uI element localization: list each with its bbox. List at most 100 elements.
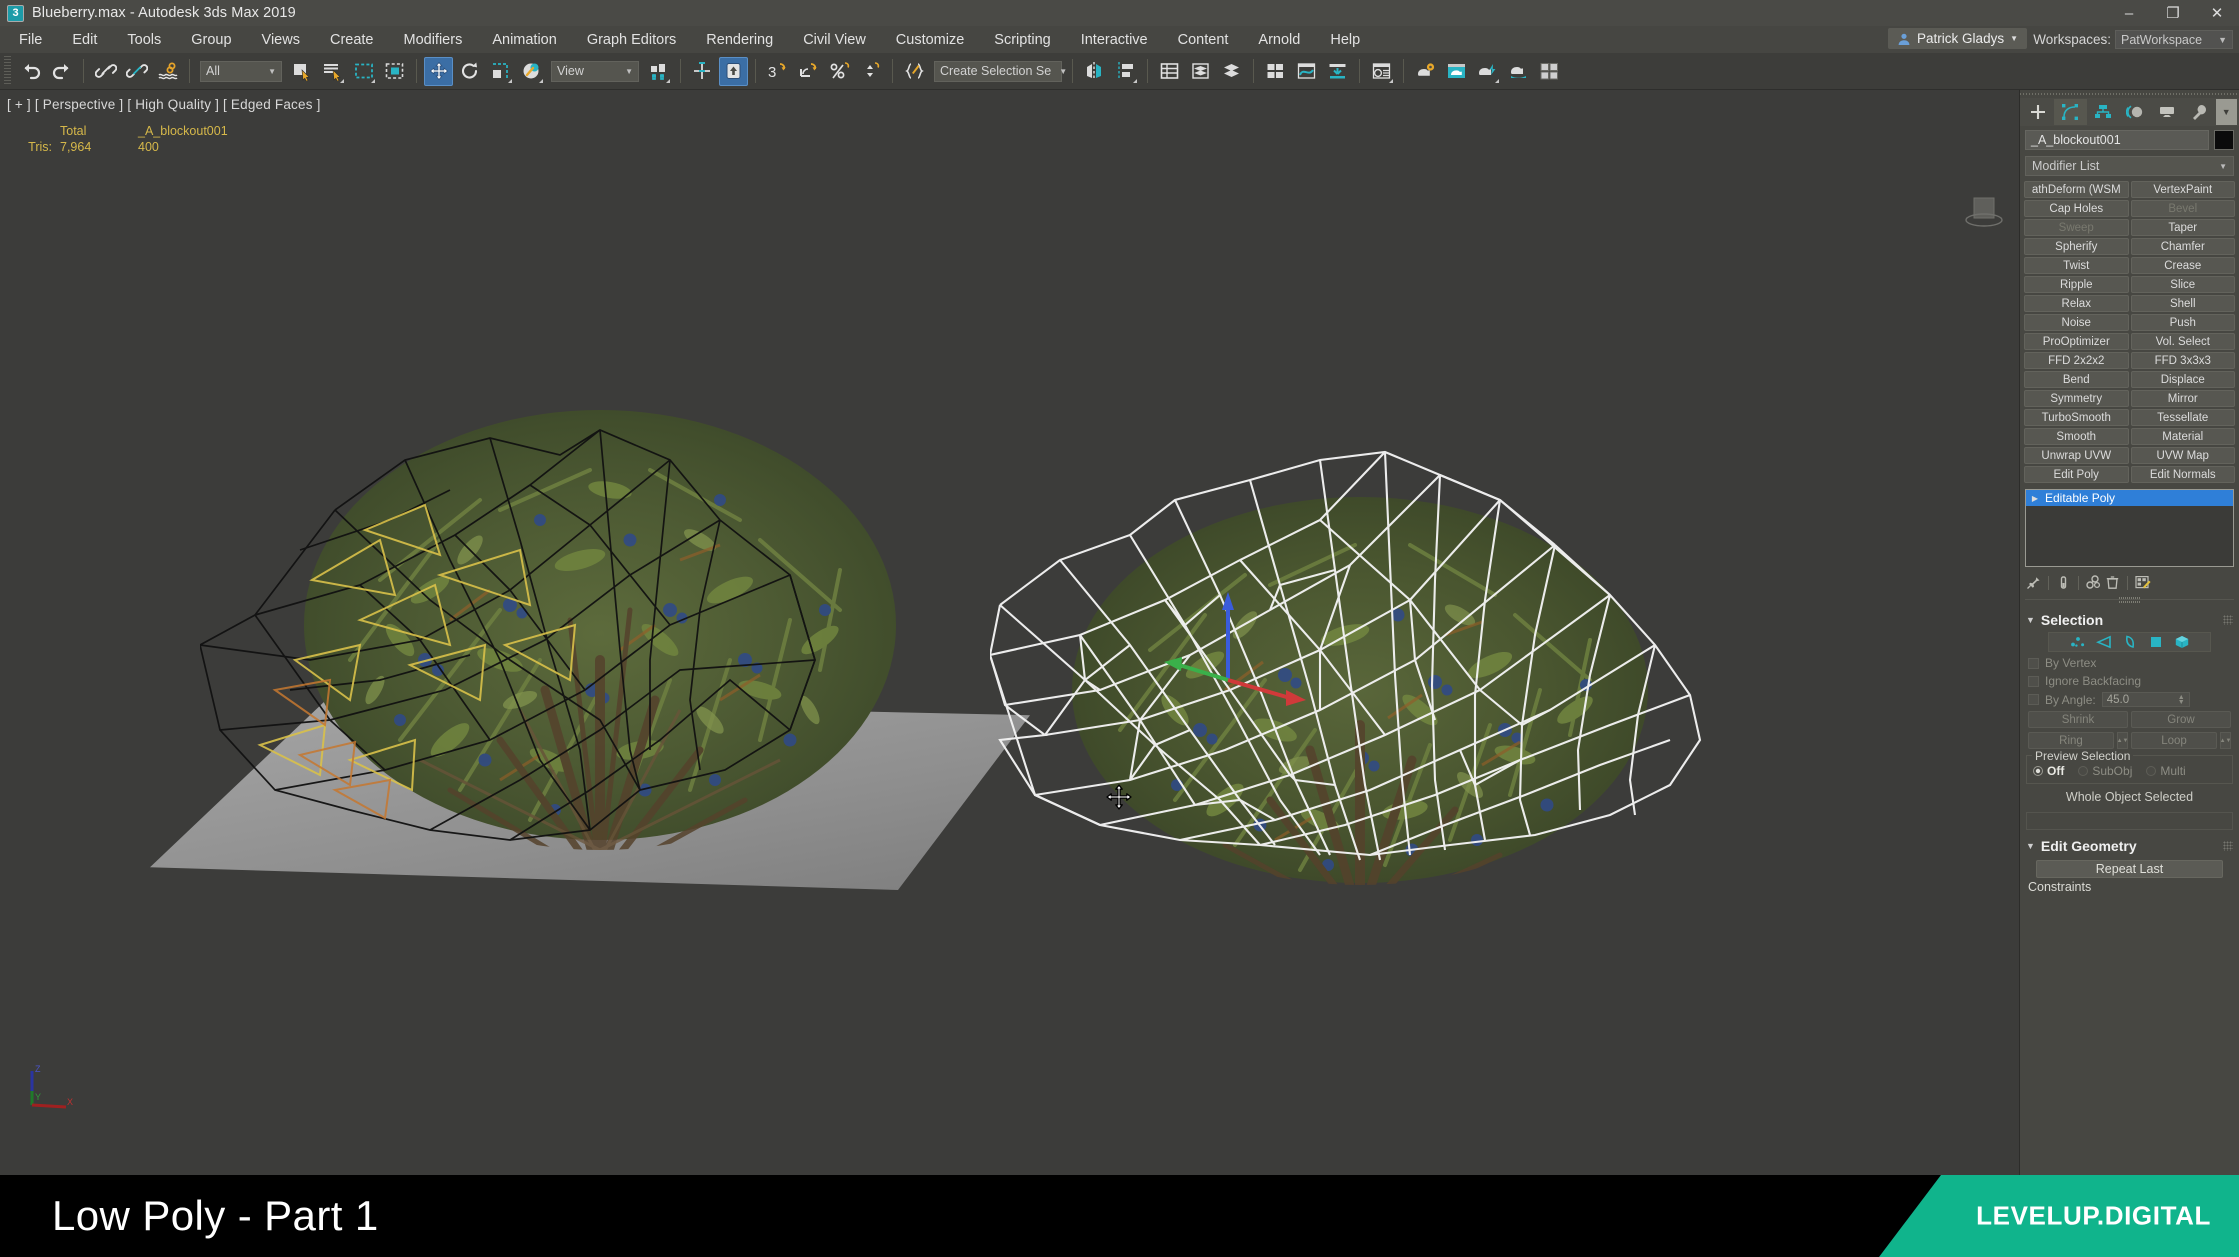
select-and-place-button[interactable] bbox=[517, 57, 546, 86]
select-by-name-button[interactable] bbox=[318, 57, 347, 86]
curve-editor-button[interactable] bbox=[1292, 57, 1321, 86]
modifier-button-twist[interactable]: Twist bbox=[2024, 257, 2129, 274]
angle-snap-button[interactable]: 3 bbox=[763, 57, 792, 86]
modifier-button-uvw-map[interactable]: UVW Map bbox=[2130, 447, 2235, 464]
by-angle-row[interactable]: By Angle: 45.0 ▲ ▼ bbox=[2020, 690, 2239, 709]
redo-button[interactable] bbox=[47, 57, 76, 86]
spinner-snap-button[interactable] bbox=[856, 57, 885, 86]
project-folder-button[interactable] bbox=[1535, 57, 1564, 86]
modifier-stack-item[interactable]: ▶ Editable Poly bbox=[2026, 490, 2233, 506]
modifier-button-bend[interactable]: Bend bbox=[2024, 371, 2129, 388]
align-flyout-button[interactable] bbox=[1111, 57, 1140, 86]
repeat-last-button[interactable]: Repeat Last bbox=[2036, 860, 2223, 878]
object-name-input[interactable]: _A_blockout001 bbox=[2025, 130, 2209, 150]
hierarchy-tab[interactable] bbox=[2087, 99, 2119, 125]
menu-item-rendering[interactable]: Rendering bbox=[691, 29, 788, 51]
preview-subobj-radio[interactable] bbox=[2078, 766, 2089, 776]
minimize-button[interactable]: – bbox=[2107, 0, 2151, 26]
modifier-button-material[interactable]: Material bbox=[2130, 428, 2235, 445]
mirror-button[interactable] bbox=[1080, 57, 1109, 86]
modifier-button-chamfer[interactable]: Chamfer bbox=[2130, 238, 2235, 255]
menu-item-edit[interactable]: Edit bbox=[57, 29, 112, 51]
render-production-button[interactable] bbox=[1473, 57, 1502, 86]
modifier-button-turbosmooth[interactable]: TurboSmooth bbox=[2024, 409, 2129, 426]
scene-explorer-button[interactable] bbox=[1155, 57, 1184, 86]
by-angle-spinner[interactable]: 45.0 ▲ ▼ bbox=[2101, 692, 2190, 707]
angle-snap-toggle-button[interactable] bbox=[794, 57, 823, 86]
modifier-button-taper[interactable]: Taper bbox=[2130, 219, 2235, 236]
utilities-tab[interactable] bbox=[2183, 99, 2215, 125]
menu-item-graph-editors[interactable]: Graph Editors bbox=[572, 29, 691, 51]
modifier-button-slice[interactable]: Slice bbox=[2130, 276, 2235, 293]
menu-item-modifiers[interactable]: Modifiers bbox=[389, 29, 478, 51]
toolbar-grip[interactable] bbox=[4, 56, 11, 86]
modifier-button-ripple[interactable]: Ripple bbox=[2024, 276, 2129, 293]
rendered-frame-window-button[interactable] bbox=[1442, 57, 1471, 86]
modifier-button-unwrap-uvw[interactable]: Unwrap UVW bbox=[2024, 447, 2129, 464]
show-end-result-icon[interactable] bbox=[2054, 573, 2073, 592]
menu-item-create[interactable]: Create bbox=[315, 29, 389, 51]
modifier-button-push[interactable]: Push bbox=[2130, 314, 2235, 331]
rectangular-select-region-button[interactable] bbox=[349, 57, 378, 86]
viewport[interactable]: [ + ] [ Perspective ] [ High Quality ] [… bbox=[0, 90, 2019, 1175]
menu-item-arnold[interactable]: Arnold bbox=[1243, 29, 1315, 51]
menu-item-content[interactable]: Content bbox=[1163, 29, 1244, 51]
percent-snap-button[interactable] bbox=[825, 57, 854, 86]
shrink-button[interactable]: Shrink bbox=[2028, 711, 2128, 728]
modifier-button-prooptimizer[interactable]: ProOptimizer bbox=[2024, 333, 2129, 350]
modifier-button-edit-poly[interactable]: Edit Poly bbox=[2024, 466, 2129, 483]
layer-manager-button[interactable] bbox=[1217, 57, 1246, 86]
menu-item-tools[interactable]: Tools bbox=[112, 29, 176, 51]
modifier-button-tessellate[interactable]: Tessellate bbox=[2130, 409, 2235, 426]
workspace-select[interactable]: PatWorkspace ▼ bbox=[2115, 30, 2233, 49]
modifier-button-mirror[interactable]: Mirror bbox=[2130, 390, 2235, 407]
modifier-button-ffd-2x2x2[interactable]: FFD 2x2x2 bbox=[2024, 352, 2129, 369]
modifier-button-ffd-3x3x3[interactable]: FFD 3x3x3 bbox=[2130, 352, 2235, 369]
close-button[interactable]: ✕ bbox=[2195, 0, 2239, 26]
preview-off-radio[interactable] bbox=[2033, 766, 2043, 776]
menu-item-group[interactable]: Group bbox=[176, 29, 246, 51]
modifier-button-displace[interactable]: Displace bbox=[2130, 371, 2235, 388]
polygon-subobject-button[interactable] bbox=[2146, 634, 2166, 651]
ignore-backfacing-checkbox[interactable] bbox=[2028, 675, 2039, 687]
loop-button[interactable]: Loop bbox=[2131, 732, 2217, 749]
render-setup-button[interactable] bbox=[1411, 57, 1440, 86]
create-tab[interactable] bbox=[2022, 99, 2054, 125]
preview-multi-radio[interactable] bbox=[2146, 766, 2157, 776]
menu-item-interactive[interactable]: Interactive bbox=[1066, 29, 1163, 51]
modifier-button-relax[interactable]: Relax bbox=[2024, 295, 2129, 312]
viewcube-icon[interactable] bbox=[1961, 192, 2007, 234]
window-crossing-button[interactable] bbox=[380, 57, 409, 86]
modifier-button-vol-select[interactable]: Vol. Select bbox=[2130, 333, 2235, 350]
select-and-manipulate-button[interactable] bbox=[688, 57, 717, 86]
menu-item-help[interactable]: Help bbox=[1315, 29, 1375, 51]
modifier-stack-list[interactable]: ▶ Editable Poly bbox=[2025, 489, 2234, 567]
menu-item-views[interactable]: Views bbox=[247, 29, 315, 51]
modifier-button-cap-holes[interactable]: Cap Holes bbox=[2024, 200, 2129, 217]
rollout-divider[interactable] bbox=[2025, 599, 2234, 608]
expand-arrow-icon[interactable]: ▶ bbox=[2028, 494, 2042, 503]
loop-spinner[interactable]: ▲▼ bbox=[2220, 732, 2231, 749]
modifier-button-crease[interactable]: Crease bbox=[2130, 257, 2235, 274]
modifier-button-vertexpaint[interactable]: VertexPaint bbox=[2130, 181, 2235, 198]
grow-button[interactable]: Grow bbox=[2131, 711, 2231, 728]
selection-rollout-header[interactable]: ▼ Selection bbox=[2020, 608, 2239, 630]
ignore-backfacing-row[interactable]: Ignore Backfacing bbox=[2020, 672, 2239, 690]
edit-geometry-rollout-header[interactable]: ▼ Edit Geometry bbox=[2020, 834, 2239, 856]
edge-subobject-button[interactable] bbox=[2094, 634, 2114, 651]
snaps-toggle-button[interactable] bbox=[719, 56, 748, 86]
by-vertex-row[interactable]: By Vertex bbox=[2020, 654, 2239, 672]
select-object-button[interactable] bbox=[287, 57, 316, 86]
modifier-button-noise[interactable]: Noise bbox=[2024, 314, 2129, 331]
remove-modifier-icon[interactable] bbox=[2103, 573, 2122, 592]
named-selection-set-select[interactable]: Create Selection Se ▼ bbox=[934, 60, 1067, 82]
modifier-list-select[interactable]: Modifier List ▼ bbox=[2025, 156, 2234, 176]
select-and-move-button[interactable] bbox=[424, 56, 453, 86]
select-link-button[interactable] bbox=[91, 57, 120, 86]
reference-coordinate-select[interactable]: View ▼ bbox=[551, 60, 639, 82]
modify-tab[interactable] bbox=[2054, 99, 2087, 125]
command-panel-grip[interactable] bbox=[2020, 90, 2239, 98]
modifier-button-shell[interactable]: Shell bbox=[2130, 295, 2235, 312]
modifier-button-athdeform-wsm[interactable]: athDeform (WSM bbox=[2024, 181, 2129, 198]
undo-button[interactable] bbox=[16, 57, 45, 86]
